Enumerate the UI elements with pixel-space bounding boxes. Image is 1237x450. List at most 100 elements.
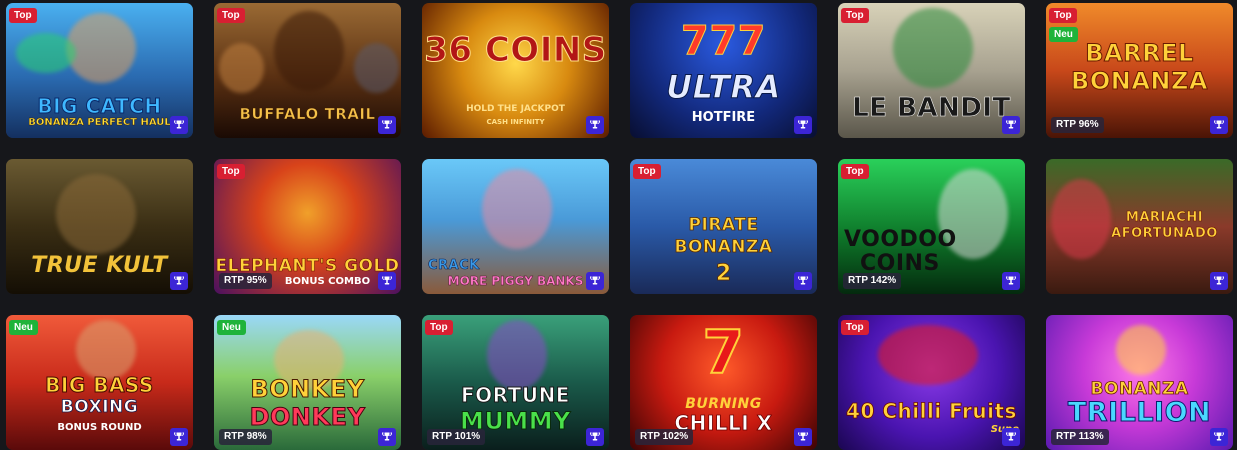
new-badge: Neu <box>217 320 246 335</box>
game-tile-voodoo-coins[interactable]: VOODOO COINS Top RTP 142% <box>838 159 1025 294</box>
rtp-badge: RTP 98% <box>219 429 272 445</box>
top-badge: Top <box>841 164 869 179</box>
trophy-icon <box>589 431 601 443</box>
game-tile-bonanza-trillion[interactable]: BONANZA TRILLION RTP 113% <box>1046 315 1233 450</box>
trophy-button[interactable] <box>1210 428 1228 446</box>
game-tile-40-chilli-fruits[interactable]: 40 Chilli Fruits Supe Top <box>838 315 1025 450</box>
game-tile-buffalo-trail[interactable]: BUFFALO TRAIL Top <box>214 3 401 138</box>
trophy-icon <box>1005 119 1017 131</box>
trophy-icon <box>1213 119 1225 131</box>
game-tile-barrel-bonanza[interactable]: BARREL BONANZA Top Neu RTP 96% <box>1046 3 1233 138</box>
trophy-button[interactable] <box>378 116 396 134</box>
game-title: BIG BASS <box>45 373 154 397</box>
top-badge: Top <box>425 320 453 335</box>
trophy-button[interactable] <box>170 428 188 446</box>
game-title-2: ULTRA <box>666 68 781 106</box>
game-subtitle: HOLD THE JACKPOT <box>466 104 565 114</box>
trophy-button[interactable] <box>586 272 604 290</box>
top-badge: Top <box>841 8 869 23</box>
trophy-button[interactable] <box>170 116 188 134</box>
game-title: 777 <box>681 18 767 64</box>
game-tile-true-kult[interactable]: TRUE KULT <box>6 159 193 294</box>
trophy-icon <box>1005 275 1017 287</box>
top-badge: Top <box>9 8 37 23</box>
game-title: BARREL <box>1085 39 1194 67</box>
game-tile-big-bass-boxing[interactable]: BIG BASS BOXING BONUS ROUND Neu <box>6 315 193 450</box>
rtp-badge: RTP 96% <box>1051 117 1104 133</box>
trophy-icon <box>1213 275 1225 287</box>
game-tile-big-catch[interactable]: BIG CATCH BONANZA PERFECT HAUL Top <box>6 3 193 138</box>
game-tile-36-coins[interactable]: 36 COINS HOLD THE JACKPOT CASH INFINITY <box>422 3 609 138</box>
rtp-badge: RTP 113% <box>1051 429 1109 445</box>
trophy-icon <box>381 275 393 287</box>
game-title: PIRATE <box>688 215 759 235</box>
game-title-2: DONKEY <box>249 403 366 431</box>
top-badge: Top <box>217 8 245 23</box>
trophy-button[interactable] <box>1210 272 1228 290</box>
game-tile-mariachi-afortunado[interactable]: MARIACHI AFORTUNADO <box>1046 159 1233 294</box>
game-title-2: COINS <box>860 251 940 276</box>
trophy-button[interactable] <box>170 272 188 290</box>
game-subtitle: BONANZA PERFECT HAUL <box>28 117 171 128</box>
game-subtitle: HOTFIRE <box>691 110 756 125</box>
game-title: CRACK <box>428 258 480 273</box>
trophy-button[interactable] <box>794 116 812 134</box>
game-title: FORTUNE <box>461 383 570 407</box>
game-subtitle: 2 <box>715 261 732 286</box>
game-tile-ultra-hotfire[interactable]: 777 ULTRA HOTFIRE <box>630 3 817 138</box>
game-title-7: 7 <box>701 318 745 388</box>
trophy-icon <box>797 119 809 131</box>
rtp-badge: RTP 101% <box>427 429 486 445</box>
game-title: 40 Chilli Fruits <box>846 399 1017 423</box>
trophy-icon <box>797 275 809 287</box>
game-title-2: AFORTUNADO <box>1111 226 1218 241</box>
game-tile-pirate-bonanza-2[interactable]: PIRATE BONANZA 2 Top <box>630 159 817 294</box>
game-title: BIG CATCH <box>37 94 162 118</box>
trophy-button[interactable] <box>378 428 396 446</box>
trophy-icon <box>589 119 601 131</box>
game-title: TRUE KULT <box>31 253 168 278</box>
trophy-icon <box>381 431 393 443</box>
top-badge: Top <box>841 320 869 335</box>
game-subtitle: BONUS ROUND <box>57 422 142 433</box>
game-tile-le-bandit[interactable]: LE BANDIT Top <box>838 3 1025 138</box>
trophy-button[interactable] <box>1002 272 1020 290</box>
game-tile-elephants-gold[interactable]: ELEPHANT'S GOLD BONUS COMBO Top RTP 95% <box>214 159 401 294</box>
game-title-2: BOXING <box>60 397 139 417</box>
game-grid: BIG CATCH BONANZA PERFECT HAUL Top BUFFA… <box>6 3 1233 450</box>
trophy-icon <box>173 431 185 443</box>
top-badge: Top <box>1049 8 1077 23</box>
game-subtitle-2: CASH INFINITY <box>486 118 545 126</box>
game-tile-crack-piggy[interactable]: CRACK MORE PIGGY BANKS <box>422 159 609 294</box>
trophy-button[interactable] <box>586 428 604 446</box>
trophy-button[interactable] <box>1002 116 1020 134</box>
game-title-2: TRILLION <box>1067 397 1212 428</box>
game-title: BUFFALO TRAIL <box>239 105 376 123</box>
new-badge: Neu <box>9 320 38 335</box>
rtp-badge: RTP 142% <box>843 273 902 289</box>
game-title-2: BONANZA <box>1071 67 1208 95</box>
game-title: LE BANDIT <box>852 93 1011 123</box>
trophy-button[interactable] <box>794 272 812 290</box>
trophy-icon <box>173 119 185 131</box>
trophy-button[interactable] <box>794 428 812 446</box>
game-title: 36 COINS <box>424 30 607 70</box>
trophy-icon <box>797 431 809 443</box>
game-title: MARIACHI <box>1125 210 1204 225</box>
game-title: VOODOO <box>844 227 957 252</box>
game-tile-bonkey-donkey[interactable]: BONKEY DONKEY Neu RTP 98% <box>214 315 401 450</box>
game-title: BURNING <box>685 396 762 412</box>
trophy-button[interactable] <box>1210 116 1228 134</box>
game-title: BONANZA <box>1090 379 1189 399</box>
game-subtitle: Supe <box>838 425 1025 435</box>
trophy-button[interactable] <box>1002 428 1020 446</box>
game-tile-fortune-mummy[interactable]: FORTUNE MUMMY Top RTP 101% <box>422 315 609 450</box>
top-badge: Top <box>217 164 245 179</box>
trophy-icon <box>1213 431 1225 443</box>
rtp-badge: RTP 102% <box>635 429 694 445</box>
trophy-button[interactable] <box>586 116 604 134</box>
game-tile-burning-chilli-x[interactable]: 7 BURNING CHILLI X RTP 102% <box>630 315 817 450</box>
trophy-button[interactable] <box>378 272 396 290</box>
new-badge: Neu <box>1049 27 1078 42</box>
game-title: BONKEY <box>250 375 365 403</box>
